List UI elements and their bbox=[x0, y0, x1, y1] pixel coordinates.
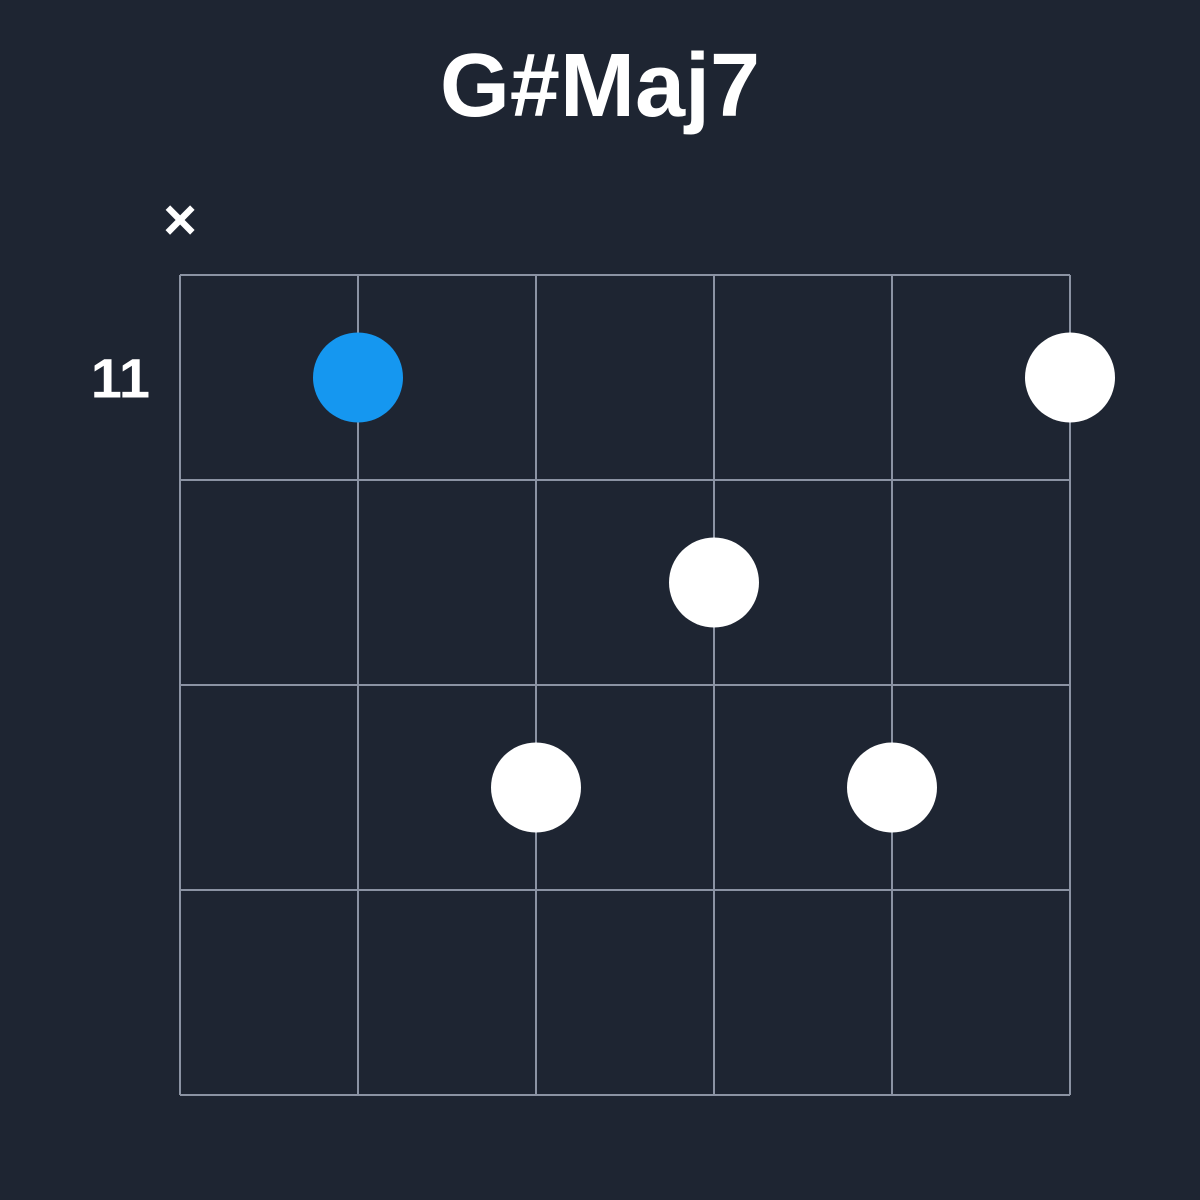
finger-dot bbox=[491, 743, 581, 833]
finger-dot bbox=[847, 743, 937, 833]
chord-name: G#Maj7 bbox=[0, 35, 1200, 138]
fretboard bbox=[180, 275, 1070, 1095]
chord-diagram: G#Maj7 × 11 bbox=[0, 0, 1200, 1200]
starting-fret-label: 11 bbox=[65, 345, 150, 410]
mute-icon: × bbox=[163, 187, 197, 254]
finger-dot bbox=[669, 538, 759, 628]
finger-dot bbox=[1025, 333, 1115, 423]
root-note-dot bbox=[313, 333, 403, 423]
